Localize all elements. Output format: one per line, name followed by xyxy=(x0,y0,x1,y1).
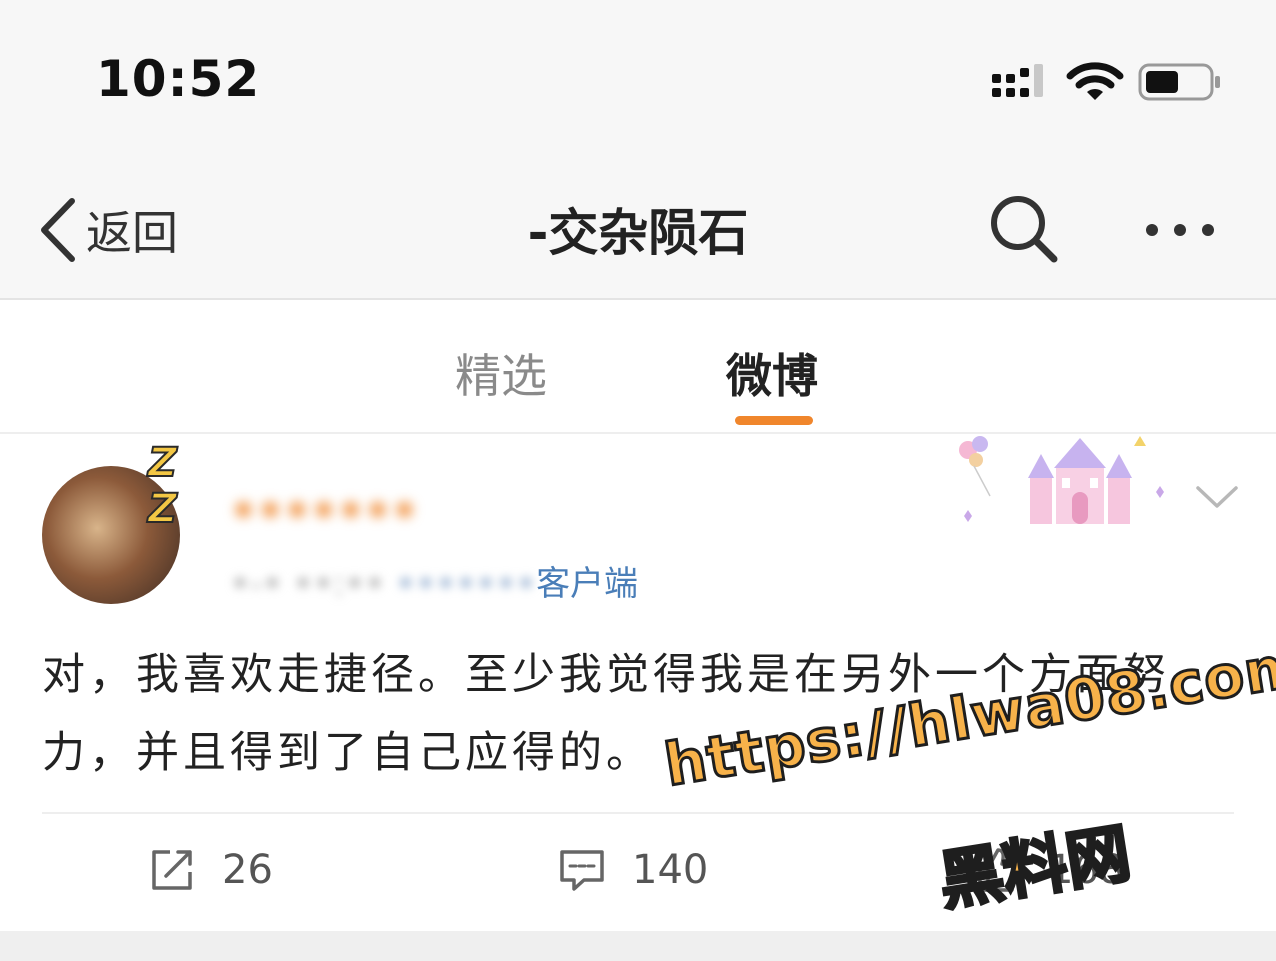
wifi-icon xyxy=(1066,62,1124,100)
more-icon[interactable] xyxy=(1140,205,1220,255)
cellular-signal-icon xyxy=(992,64,1043,97)
weibo-screen: 10:52 返回 -交杂陨石 精选 微博 Z Z ••••••• •-• ••:… xyxy=(0,0,1276,961)
sleep-badge-icon: ZZ xyxy=(147,439,178,533)
repost-button[interactable]: 26 xyxy=(148,842,273,898)
tab-weibo[interactable]: 微博 xyxy=(726,340,818,406)
top-bar: 10:52 返回 -交杂陨石 xyxy=(0,0,1276,300)
tab-jingxuan[interactable]: 精选 xyxy=(455,340,547,406)
comment-icon xyxy=(560,850,604,891)
navigation-bar: 返回 -交杂陨石 xyxy=(0,175,1276,285)
castle-decoration-icon xyxy=(959,436,1164,524)
username[interactable]: ••••••• xyxy=(230,486,418,535)
post-source: 客户端 xyxy=(536,564,639,604)
battery-icon xyxy=(1138,63,1220,101)
repost-count: 26 xyxy=(222,847,273,893)
watermark: https://hlwa08.com 黑料网 xyxy=(640,629,1276,921)
tab-bar: 精选 微博 xyxy=(0,302,1276,434)
search-icon[interactable] xyxy=(988,193,1060,265)
active-tab-indicator xyxy=(735,416,813,425)
watermark-name: 黑料网 xyxy=(933,815,1137,921)
post-meta: •-• ••:•• •••••••客户端 xyxy=(230,556,638,605)
post-device: ••••••• xyxy=(395,564,537,604)
post-date: •-• ••:•• xyxy=(230,564,385,604)
feed-separator xyxy=(0,931,1276,961)
repost-icon xyxy=(152,850,192,890)
page-title: -交杂陨石 xyxy=(527,204,749,262)
status-time: 10:52 xyxy=(96,50,261,108)
chevron-down-icon[interactable] xyxy=(1194,482,1240,512)
